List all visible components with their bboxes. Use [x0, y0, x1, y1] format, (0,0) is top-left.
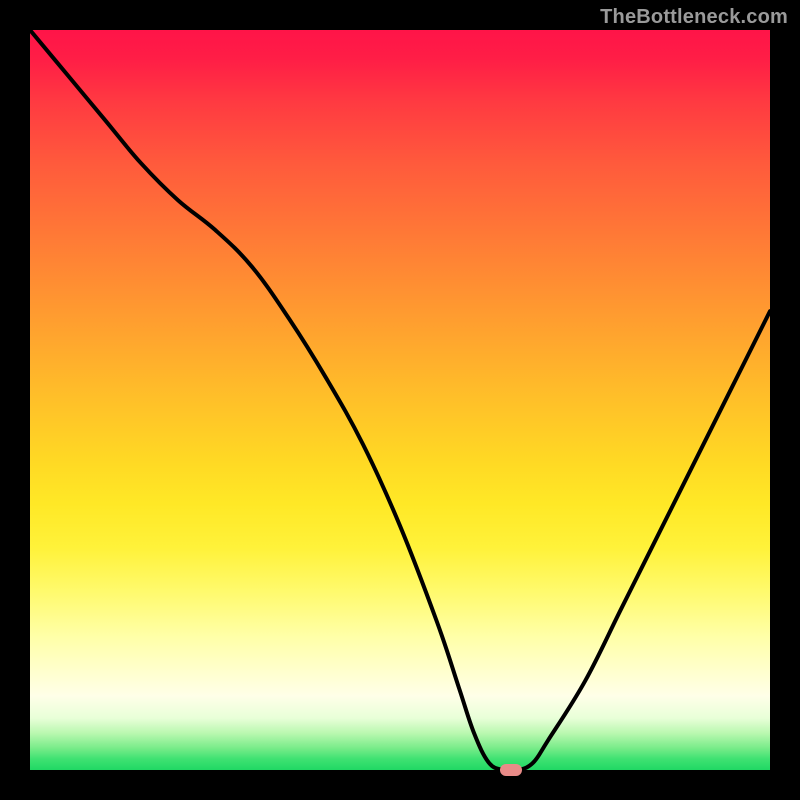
optimal-marker: [500, 764, 522, 776]
watermark-text: TheBottleneck.com: [600, 6, 788, 29]
chart-frame: TheBottleneck.com: [0, 0, 800, 800]
curve-path: [30, 30, 770, 770]
plot-area: [30, 30, 770, 770]
bottleneck-curve: [30, 30, 770, 770]
